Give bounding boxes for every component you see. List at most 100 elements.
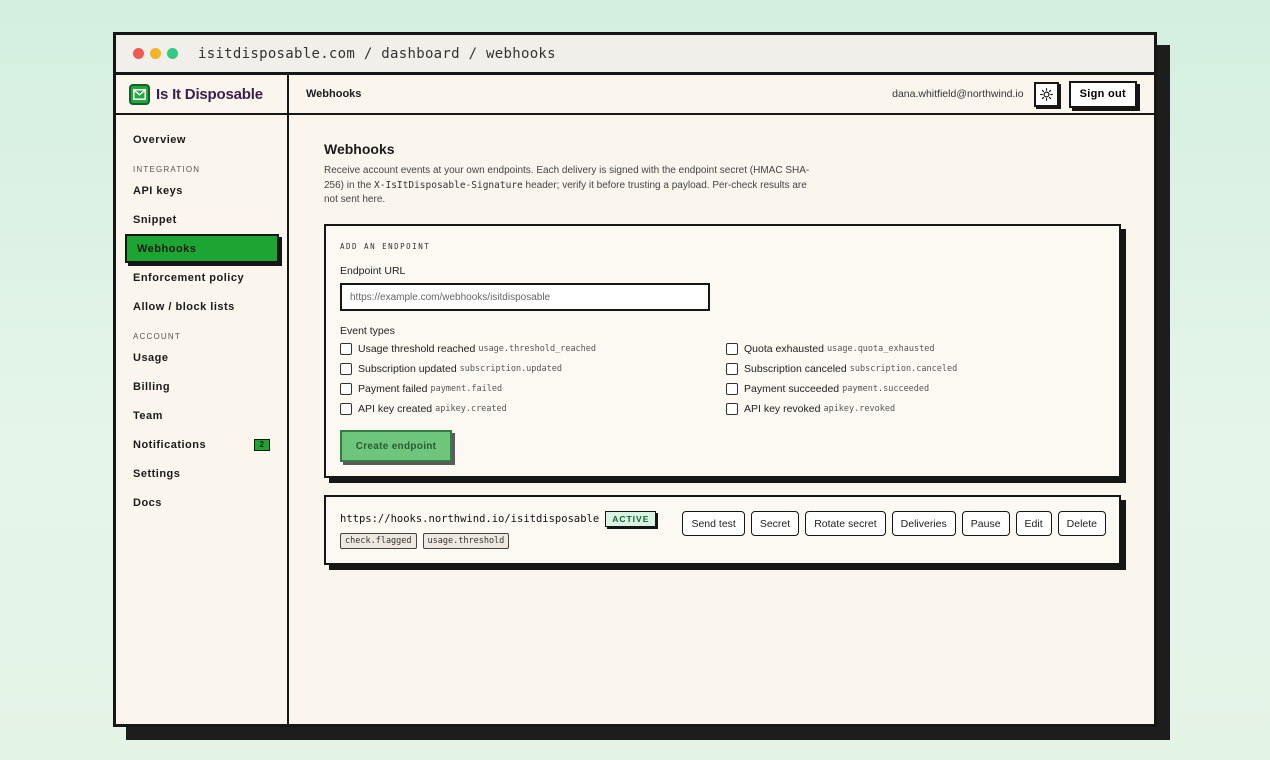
sidebar-section-account: ACCOUNT <box>116 324 287 343</box>
event-tag: check.flagged <box>340 533 417 549</box>
event-type-code: payment.succeeded <box>842 383 930 394</box>
event-type-code: subscription.canceled <box>849 363 958 374</box>
sun-icon <box>1039 87 1053 101</box>
sidebar-item-api-keys[interactable]: API keys <box>116 176 287 205</box>
sign-out-button[interactable]: Sign out <box>1068 80 1137 108</box>
endpoint-actions: Send test Secret Rotate secret Deliveries Pa… <box>682 511 1106 536</box>
event-type-checkbox[interactable] <box>340 402 352 415</box>
signature-header-code: X-IsItDisposable-Signature <box>374 179 523 191</box>
event-type-apikey-created[interactable]: API key created apikey.created <box>340 401 726 416</box>
event-tag: usage.threshold <box>422 533 510 549</box>
event-type-checkbox[interactable] <box>726 382 738 395</box>
browser-window: isitdisposable.com / dashboard / webhook… <box>113 32 1157 727</box>
topbar-title: Webhooks <box>306 88 362 100</box>
minimize-window-dot[interactable] <box>150 48 161 59</box>
sidebar-item-webhooks[interactable]: Webhooks <box>125 234 279 263</box>
page-title: Webhooks <box>324 141 395 157</box>
event-type-label: Payment succeeded <box>744 382 840 395</box>
event-type-checkbox[interactable] <box>340 382 352 395</box>
event-type-subscription-updated[interactable]: Subscription updated subscription.updated <box>340 361 726 376</box>
endpoint-url-label: Endpoint URL <box>340 265 406 277</box>
deliveries-button[interactable]: Deliveries <box>891 511 956 536</box>
event-types-label: Event types <box>340 325 395 337</box>
sidebar-item-label: Usage <box>133 351 169 364</box>
event-type-code: apikey.revoked <box>823 403 896 414</box>
page-description: Receive account events at your own endpo… <box>324 164 814 208</box>
sidebar-item-usage[interactable]: Usage <box>116 343 287 372</box>
secret-button[interactable]: Secret <box>750 511 800 536</box>
brand[interactable]: Is It Disposable <box>116 75 287 115</box>
event-type-checkbox[interactable] <box>726 402 738 415</box>
event-type-subscription-canceled[interactable]: Subscription canceled subscription.cancel… <box>726 361 1106 376</box>
event-type-label: Subscription updated <box>358 362 457 375</box>
sidebar-item-overview[interactable]: Overview <box>116 125 287 154</box>
event-type-apikey-revoked[interactable]: API key revoked apikey.revoked <box>726 401 1106 416</box>
add-endpoint-heading: ADD AN ENDPOINT <box>340 242 431 251</box>
event-types-grid: Usage threshold reached usage.threshold_r… <box>340 341 1105 416</box>
event-type-code: usage.threshold_reached <box>478 343 597 354</box>
sidebar-item-label: Snippet <box>133 213 177 226</box>
sidebar-item-label: Overview <box>133 133 186 146</box>
event-type-checkbox[interactable] <box>726 362 738 375</box>
sidebar-item-label: API keys <box>133 184 183 197</box>
sidebar-item-notifications[interactable]: Notifications 2 <box>116 430 287 459</box>
sidebar-item-snippet[interactable]: Snippet <box>116 205 287 234</box>
sidebar-nav: Overview INTEGRATION API keys Snippet Webhoo… <box>116 115 287 517</box>
event-type-label: API key revoked <box>744 402 821 415</box>
event-type-checkbox[interactable] <box>340 362 352 375</box>
event-type-label: Quota exhausted <box>744 342 824 355</box>
event-type-code: subscription.updated <box>459 363 563 374</box>
delete-button[interactable]: Delete <box>1057 511 1106 536</box>
event-type-label: Subscription canceled <box>744 362 847 375</box>
event-type-checkbox[interactable] <box>340 342 352 355</box>
send-test-button[interactable]: Send test <box>682 511 745 536</box>
app-shell: Is It Disposable Overview INTEGRATION API … <box>116 75 1154 724</box>
theme-toggle-button[interactable] <box>1033 81 1059 107</box>
sidebar-item-settings[interactable]: Settings <box>116 459 287 488</box>
sidebar-item-team[interactable]: Team <box>116 401 287 430</box>
event-type-code: payment.failed <box>430 383 503 394</box>
event-type-checkbox[interactable] <box>726 342 738 355</box>
notification-count-badge: 2 <box>254 438 270 451</box>
rotate-secret-button[interactable]: Rotate secret <box>805 511 886 536</box>
sidebar: Is It Disposable Overview INTEGRATION API … <box>116 75 289 724</box>
close-window-dot[interactable] <box>133 48 144 59</box>
event-type-payment-failed[interactable]: Payment failed payment.failed <box>340 381 726 396</box>
address-bar[interactable]: isitdisposable.com / dashboard / webhook… <box>198 46 556 62</box>
mail-check-icon <box>129 83 150 105</box>
sidebar-item-label: Team <box>133 409 163 422</box>
sidebar-item-allow-block-lists[interactable]: Allow / block lists <box>116 292 287 321</box>
browser-titlebar: isitdisposable.com / dashboard / webhook… <box>116 35 1154 75</box>
create-endpoint-button[interactable]: Create endpoint <box>340 430 452 462</box>
endpoint-url: https://hooks.northwind.io/isitdisposabl… <box>340 513 600 525</box>
sidebar-item-label: Settings <box>133 467 181 480</box>
sidebar-item-label: Enforcement policy <box>133 271 245 284</box>
pause-button[interactable]: Pause <box>961 511 1010 536</box>
sidebar-item-label: ACCOUNT <box>133 332 181 341</box>
sidebar-item-billing[interactable]: Billing <box>116 372 287 401</box>
endpoint-url-input[interactable] <box>340 283 710 311</box>
sidebar-item-enforcement-policy[interactable]: Enforcement policy <box>116 263 287 292</box>
sidebar-item-label: Notifications <box>133 438 207 451</box>
maximize-window-dot[interactable] <box>167 48 178 59</box>
event-type-usage-threshold-reached[interactable]: Usage threshold reached usage.threshold_r… <box>340 341 726 356</box>
sidebar-section-integration: INTEGRATION <box>116 157 287 176</box>
topbar: Webhooks dana.whitfield@northwind.io Sig… <box>289 75 1154 115</box>
sidebar-item-label: INTEGRATION <box>133 165 201 174</box>
sidebar-item-label: Billing <box>133 380 171 393</box>
event-type-label: Payment failed <box>358 382 428 395</box>
brand-name: Is It Disposable <box>156 85 263 103</box>
event-type-usage-quota-exhausted[interactable]: Quota exhausted usage.quota_exhausted <box>726 341 1106 356</box>
add-endpoint-card: ADD AN ENDPOINT Endpoint URL Event types… <box>324 224 1121 478</box>
sidebar-item-label: Webhooks <box>137 242 197 255</box>
sidebar-item-docs[interactable]: Docs <box>116 488 287 517</box>
endpoint-card: https://hooks.northwind.io/isitdisposabl… <box>324 495 1121 565</box>
sidebar-item-label: Allow / block lists <box>133 300 235 313</box>
event-type-label: Usage threshold reached <box>358 342 476 355</box>
status-badge: ACTIVE <box>605 511 657 527</box>
user-email: dana.whitfield@northwind.io <box>892 88 1024 100</box>
event-type-code: apikey.created <box>435 403 507 414</box>
event-type-payment-succeeded[interactable]: Payment succeeded payment.succeeded <box>726 381 1106 396</box>
event-type-label: API key created <box>358 402 433 415</box>
edit-button[interactable]: Edit <box>1015 511 1052 536</box>
